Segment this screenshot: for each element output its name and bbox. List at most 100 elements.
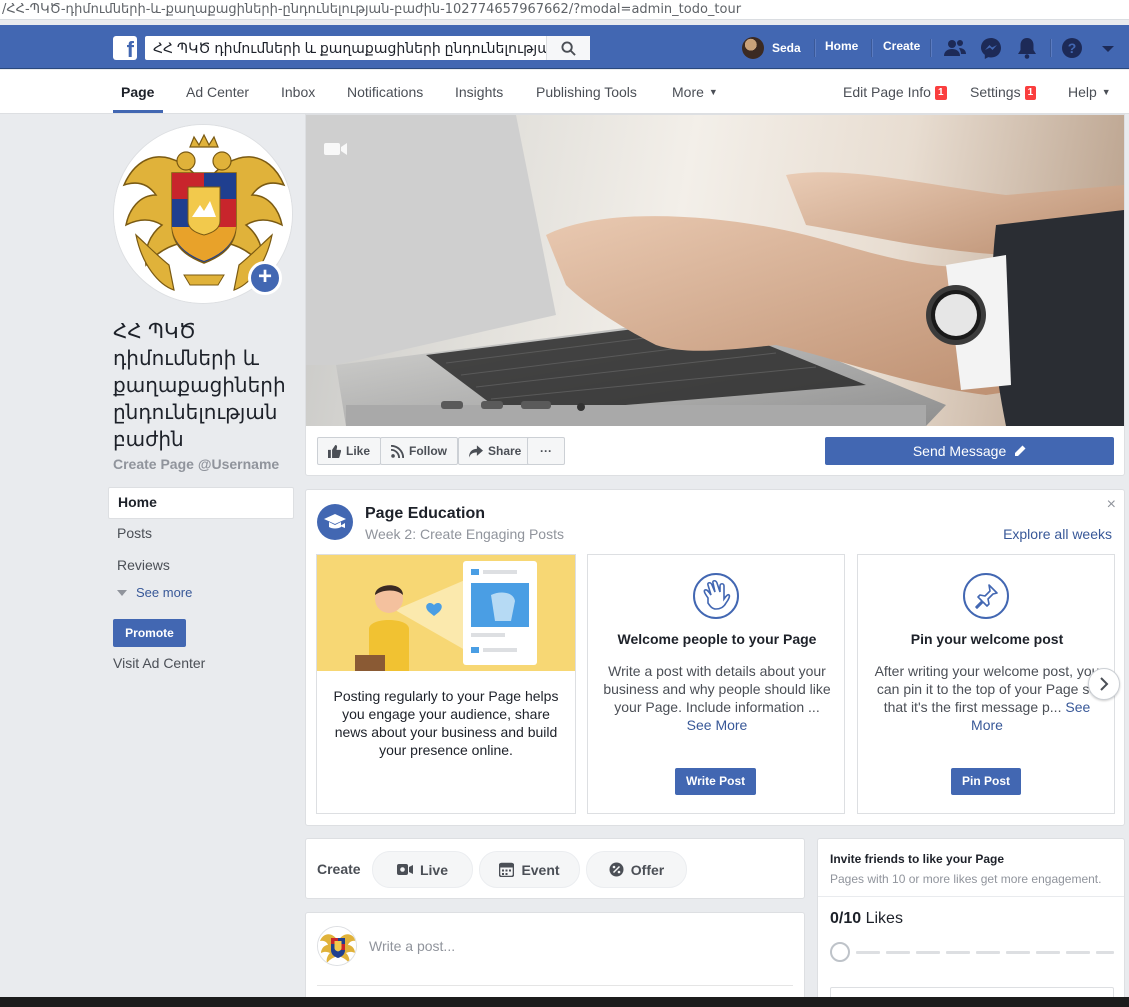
create-link[interactable]: Create [883,39,920,53]
sidebar-item-reviews[interactable]: Reviews [108,551,294,583]
more-actions-button[interactable]: ··· [527,437,565,465]
cover-photo-image [306,115,1124,426]
education-subtitle: Week 2: Create Engaging Posts [365,526,564,542]
send-message-button[interactable]: Send Message [825,437,1114,465]
invite-divider [818,896,1124,897]
address-bar[interactable]: /ՀՀ-ՊԿԾ-դիմումների-և-քաղաքացիների-ընդուն… [0,0,1129,20]
likes-progress-bar [830,942,1114,962]
composer-divider [317,985,793,986]
tab-help[interactable]: Help ▼ [1068,84,1111,100]
next-slide-button[interactable] [1088,668,1120,700]
offer-tag-icon [609,862,624,877]
tab-publishing-tools[interactable]: Publishing Tools [536,84,637,100]
close-icon[interactable]: × [1107,496,1116,514]
nav-divider [1050,39,1051,57]
visit-ad-center-link[interactable]: Visit Ad Center [113,655,205,671]
invite-title: Invite friends to like your Page [830,852,1005,866]
page-avatar [317,926,357,966]
create-username-link[interactable]: Create Page @Username [113,456,279,472]
caret-down-icon: ▼ [708,87,718,97]
progress-step [1096,951,1114,954]
page-title: ՀՀ ՊԿԾ դիմումների և քաղաքացիների ընդունե… [113,319,286,451]
share-button[interactable]: Share [458,437,533,465]
progress-step [946,951,970,954]
search-button[interactable] [546,36,590,60]
tab-edit-page-info[interactable]: Edit Page Info 1 [843,84,947,100]
calendar-icon [499,862,515,877]
offer-button[interactable]: Offer [586,851,687,888]
svg-text:?: ? [1068,40,1077,56]
page-education-card: Page Education Week 2: Create Engaging P… [305,489,1125,826]
create-bar: Create Live Event Offer [305,838,805,899]
write-post-button[interactable]: Write Post [675,768,757,795]
education-tile: Welcome people to your Page Write a post… [587,554,845,814]
share-arrow-icon [469,444,483,458]
progress-step [856,951,880,954]
triangle-down-icon [117,590,127,596]
account-menu-icon[interactable] [1096,36,1120,60]
caret-down-icon: ▼ [1101,87,1111,97]
page-tabs-bar: Page Ad Center Inbox Notifications Insig… [0,70,1129,114]
home-link[interactable]: Home [825,39,858,53]
sidebar-item-home[interactable]: Home [108,487,294,519]
graduation-cap-icon [317,504,353,540]
event-label: Event [521,861,560,878]
like-label: Like [346,444,371,458]
friends-icon[interactable] [943,36,967,60]
write-post-input[interactable]: Write a post... [369,938,455,954]
cover-section: Like Follow Share ··· Send Message [305,114,1125,476]
tab-notifications[interactable]: Notifications [347,84,423,100]
live-button[interactable]: Live [372,851,473,888]
pin-tile-title: Pin your welcome post [910,631,1064,647]
ellipsis: ... [1049,699,1062,715]
sidebar-see-more[interactable]: See more [117,585,192,600]
waving-hand-icon [693,573,739,619]
follow-button[interactable]: Follow [380,437,458,465]
sidebar-item-posts[interactable]: Posts [108,519,294,551]
notifications-icon[interactable] [1015,36,1039,60]
progress-step [916,951,940,954]
like-button[interactable]: Like [317,437,382,465]
plus-icon: + [257,263,272,290]
tab-insights[interactable]: Insights [455,84,503,100]
progress-knob [830,942,850,962]
top-navigation-bar: f ՀՀ ՊԿԾ դիմումների և քաղաքացիների ընդու… [0,25,1129,69]
facebook-logo-icon[interactable]: f [113,36,137,60]
profile-link[interactable]: Seda [742,37,801,59]
help-icon[interactable]: ? [1060,36,1084,60]
share-label: Share [488,444,522,458]
messenger-icon[interactable] [979,36,1003,60]
create-label: Create [317,861,361,877]
search-input[interactable]: ՀՀ ՊԿԾ դիմումների և քաղաքացիների ընդունե… [145,36,590,60]
progress-step [886,951,910,954]
rss-follow-icon [391,444,404,458]
progress-step [1066,951,1090,954]
pin-post-button[interactable]: Pin Post [951,768,1022,795]
tab-more-label: More [672,84,704,100]
pin-tile-description: After writing your welcome post, you can… [872,662,1102,734]
tab-inbox[interactable]: Inbox [281,84,315,100]
event-button[interactable]: Event [479,851,580,888]
active-tab-indicator [113,110,163,113]
tab-page[interactable]: Page [121,84,154,100]
invite-friends-card: Invite friends to like your Page Pages w… [817,838,1125,1007]
add-photo-button[interactable]: + [248,261,282,295]
tab-ad-center[interactable]: Ad Center [186,84,249,100]
welcome-tile-description: Write a post with details about your bus… [602,662,832,734]
more-dots-icon: ··· [540,444,552,458]
promote-button[interactable]: Promote [113,619,186,647]
explore-all-weeks-link[interactable]: Explore all weeks [1003,526,1112,542]
cover-photo[interactable] [306,115,1124,426]
page-sidebar-nav: Home Posts Reviews [108,487,294,583]
welcome-tile-title: Welcome people to your Page [617,631,817,647]
tab-settings[interactable]: Settings 1 [970,84,1037,100]
tab-help-label: Help [1068,84,1097,100]
see-more-link[interactable]: See More [687,717,748,733]
tab-edit-page-info-label: Edit Page Info [843,84,931,100]
education-tile: Pin your welcome post After writing your… [857,554,1115,814]
post-composer[interactable]: Write a post... [305,912,805,1007]
video-camera-icon[interactable] [324,141,348,157]
nav-divider [930,39,931,57]
progress-step [976,951,1000,954]
tab-more[interactable]: More ▼ [672,84,718,100]
